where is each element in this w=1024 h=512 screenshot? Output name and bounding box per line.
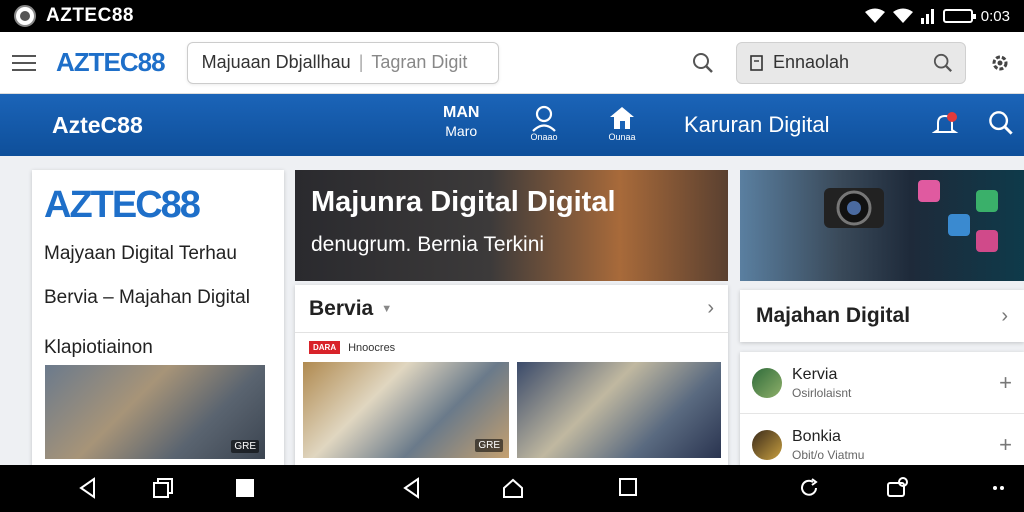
- app-tile-blue: [948, 214, 970, 236]
- add-icon[interactable]: +: [999, 432, 1012, 458]
- hero-title: Majunra Digital Digital: [311, 186, 616, 218]
- status-app-title: AZTEC88: [46, 5, 134, 26]
- app-tile-pink: [918, 180, 940, 202]
- avatar: [752, 429, 782, 460]
- secondary-search-field[interactable]: Ennaolah: [736, 41, 966, 84]
- right-list-card: Kervia Osirlolaisnt + Bonkia Obit/o Viat…: [740, 352, 1024, 470]
- list-item-title: Kervia: [792, 365, 838, 383]
- meeting-photo-1[interactable]: GRE: [303, 362, 509, 458]
- left-card-brand: AZTEC88: [44, 184, 201, 226]
- system-nav-bar: [0, 465, 1024, 512]
- left-card-line3: Klapiotiainon: [44, 337, 153, 358]
- refresh-icon[interactable]: [798, 477, 820, 499]
- main-nav-bar: AzteC88 MAN Maro Onaao Ounaa Karuran Dig…: [0, 94, 1024, 156]
- status-bar: AZTEC88 0:03: [0, 0, 1024, 32]
- camera-icon: [824, 188, 884, 228]
- square-icon[interactable]: [236, 479, 254, 497]
- list-item[interactable]: Kervia Osirlolaisnt +: [740, 352, 1024, 414]
- app-header: AZTEC88 Majuaan Dbjallhau | Tagran Digit…: [0, 32, 1024, 94]
- nav-item-home-caption: Ounaa: [608, 132, 636, 142]
- news-tag-text: Hnoocres: [348, 341, 396, 354]
- search-icon-2[interactable]: [933, 53, 953, 73]
- signal-icon: [920, 9, 934, 24]
- camera-photo-banner[interactable]: [740, 170, 1024, 281]
- news-section-header[interactable]: Bervia ▼ ›: [295, 285, 728, 333]
- search-divider: |: [358, 52, 364, 72]
- nav-item-profile[interactable]: Onaao: [530, 104, 558, 142]
- avatar: [752, 367, 782, 398]
- left-card-line2: Bervia – Majahan Digital: [44, 287, 250, 308]
- search-placeholder: Tagran Digit: [371, 52, 468, 72]
- back-icon[interactable]: [78, 477, 98, 499]
- meeting-photo-2[interactable]: [517, 362, 721, 458]
- list-item-subtitle: Obit/o Viatmu: [792, 447, 865, 462]
- screenshot-icon[interactable]: [886, 477, 910, 499]
- recent-apps-icon[interactable]: [152, 477, 174, 499]
- more-dots-icon[interactable]: [992, 483, 1006, 493]
- news-section-title: Bervia: [309, 296, 374, 320]
- list-item-subtitle: Osirlolaisnt: [792, 385, 852, 400]
- nav-search-icon[interactable]: [988, 110, 1014, 136]
- wifi-icon: [864, 8, 885, 23]
- app-logo-icon: [14, 5, 36, 27]
- list-item[interactable]: Bonkia Obit/o Viatmu +: [740, 414, 1024, 470]
- chevron-right-icon-2[interactable]: ›: [1001, 305, 1008, 328]
- nav-item-home[interactable]: Ounaa: [608, 104, 636, 142]
- chevron-right-icon[interactable]: ›: [707, 297, 714, 320]
- notification-bell-icon[interactable]: [932, 110, 960, 138]
- digital-section-title: Majahan Digital: [756, 304, 911, 327]
- search-input[interactable]: Majuaan Dbjallhau | Tagran Digit: [186, 41, 499, 84]
- chevron-down-icon: ▼: [381, 302, 393, 315]
- header-brand[interactable]: AZTEC88: [56, 47, 166, 78]
- hero-banner[interactable]: Majunra Digital Digital denugrum. Bernia…: [295, 170, 728, 281]
- photo-badge: GRE: [231, 440, 259, 453]
- left-feature-card[interactable]: AZTEC88 Majyaan Digital Terhau Bervia – …: [32, 170, 284, 470]
- search-icon[interactable]: [692, 52, 714, 74]
- settings-gear-icon[interactable]: [988, 51, 1012, 75]
- news-card: Bervia ▼ › DARA Hnoocres GRE: [295, 285, 728, 470]
- overview-icon[interactable]: [618, 477, 638, 497]
- list-item-title: Bonkia: [792, 427, 841, 445]
- nav-section-title[interactable]: Karuran Digital: [684, 112, 830, 138]
- nav-item-man[interactable]: MAN Maro: [443, 104, 479, 140]
- news-tag-row: DARA Hnoocres: [295, 333, 728, 358]
- back-icon-2[interactable]: [402, 477, 422, 499]
- hero-subtitle: denugrum. Bernia Terkini: [311, 233, 545, 256]
- wifi-icon-2: [892, 8, 913, 23]
- document-icon: [750, 54, 763, 71]
- app-tile-magenta: [976, 230, 998, 252]
- home-icon: [610, 107, 634, 129]
- digital-section-header[interactable]: Majahan Digital ›: [740, 290, 1024, 342]
- menu-icon[interactable]: [12, 54, 36, 71]
- left-card-line1: Majyaan Digital Terhau: [44, 243, 237, 264]
- nav-item-man-bottom: Maro: [445, 123, 478, 139]
- nav-brand[interactable]: AzteC88: [52, 112, 143, 139]
- search-input-value: Majuaan Dbjallhau: [201, 52, 351, 72]
- office-photo-1[interactable]: GRE: [45, 365, 265, 459]
- home-nav-icon[interactable]: [502, 477, 524, 499]
- nav-item-profile-caption: Onaao: [530, 132, 558, 142]
- secondary-search-label: Ennaolah: [773, 52, 850, 72]
- news-tag: DARA: [309, 341, 341, 354]
- status-time: 0:03: [980, 7, 1010, 25]
- photo-badge-2: GRE: [475, 439, 503, 452]
- battery-icon: [942, 9, 976, 23]
- user-icon: [532, 105, 556, 132]
- nav-item-man-top: MAN: [443, 104, 480, 121]
- add-icon[interactable]: +: [999, 370, 1012, 396]
- app-tile-green: [976, 190, 998, 212]
